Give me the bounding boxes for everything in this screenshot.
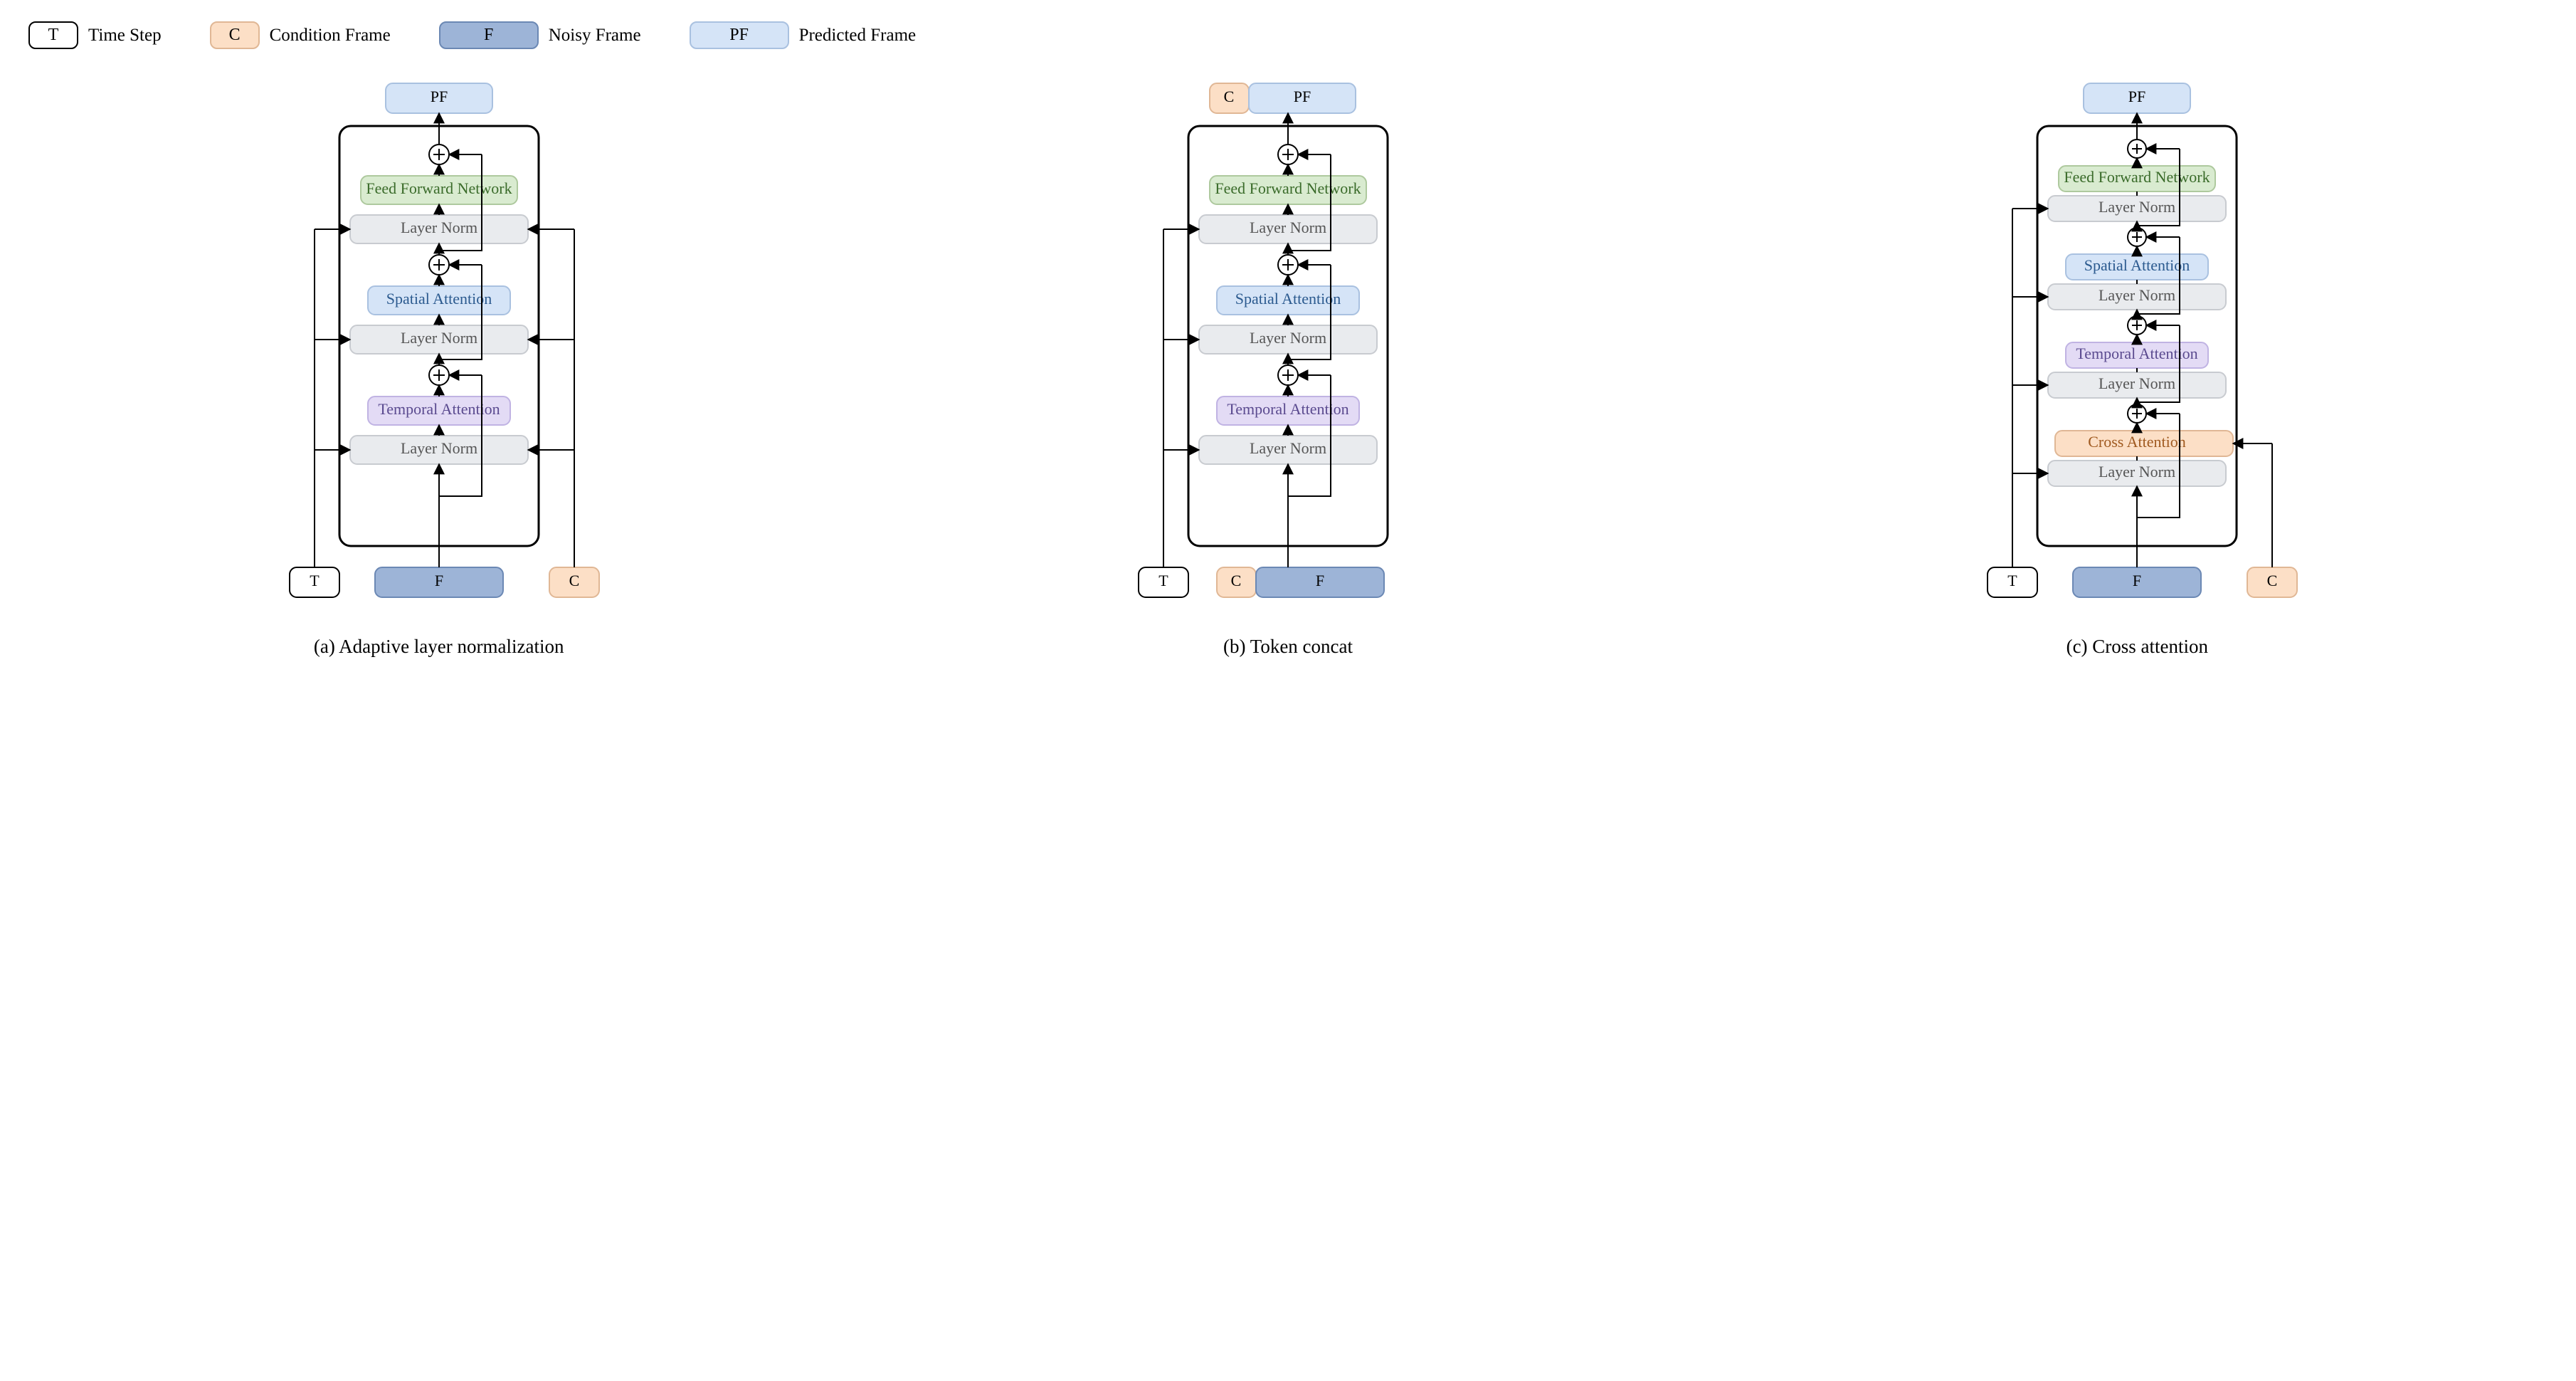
- plus-2: [2128, 228, 2146, 246]
- spatial-attn-label: Spatial Attention: [2084, 256, 2190, 274]
- ln-1-label: Layer Norm: [401, 439, 477, 457]
- panel-a: PF Feed Forward Network Layer Norm Spati…: [21, 69, 856, 658]
- input-t-label: T: [310, 572, 320, 589]
- legend-predicted: PF Predicted Frame: [690, 21, 917, 49]
- legend-t-label: Time Step: [88, 26, 162, 46]
- input-c-label: C: [1231, 572, 1242, 589]
- output-pf-label: PF: [430, 88, 447, 105]
- panel-b: C PF Feed Forward Network Layer Norm Spa…: [870, 69, 1705, 658]
- plus-1: [2128, 140, 2146, 158]
- diagram-b: C PF Feed Forward Network Layer Norm Spa…: [1117, 69, 1459, 624]
- ln-3-label: Layer Norm: [2099, 286, 2175, 304]
- ffn-label: Feed Forward Network: [2064, 168, 2210, 186]
- plus-2: [1278, 255, 1298, 275]
- ln-3-label: Layer Norm: [401, 219, 477, 236]
- panel-c: PF Feed Forward Network Layer Norm Spati…: [1720, 69, 2555, 658]
- ln-3-label: Layer Norm: [1250, 219, 1326, 236]
- spatial-attn-label: Spatial Attention: [386, 290, 492, 308]
- input-f-label: F: [2133, 572, 2141, 589]
- caption-b: (b) Token concat: [1223, 636, 1353, 658]
- input-c-label: C: [569, 572, 579, 589]
- input-f-label: F: [435, 572, 443, 589]
- legend-f-label: Noisy Frame: [549, 26, 641, 46]
- caption-c: (c) Cross attention: [2066, 636, 2208, 658]
- plus-3: [2128, 316, 2146, 335]
- cross-attn-label: Cross Attention: [2089, 433, 2187, 451]
- output-pf-label: PF: [2128, 88, 2145, 105]
- output-c-label: C: [1224, 88, 1235, 105]
- output-pf-label: PF: [1294, 88, 1311, 105]
- legend-c-label: Condition Frame: [270, 26, 391, 46]
- legend-condition: C Condition Frame: [210, 21, 391, 49]
- legend-c-box: C: [210, 21, 260, 49]
- plus-1: [429, 145, 449, 164]
- caption-a: (a) Adaptive layer normalization: [314, 636, 564, 658]
- legend-row: T Time Step C Condition Frame F Noisy Fr…: [21, 21, 2555, 49]
- legend-t-box: T: [28, 21, 78, 49]
- plus-1: [1278, 145, 1298, 164]
- input-t-label: T: [2008, 572, 2018, 589]
- plus-2: [429, 255, 449, 275]
- plus-4: [2128, 404, 2146, 423]
- diagram-a: PF Feed Forward Network Layer Norm Spati…: [268, 69, 610, 624]
- input-f-label: F: [1316, 572, 1324, 589]
- plus-3: [1278, 365, 1298, 385]
- plus-3: [429, 365, 449, 385]
- panels-row: PF Feed Forward Network Layer Norm Spati…: [21, 69, 2555, 658]
- ln-2-label: Layer Norm: [2099, 374, 2175, 392]
- input-c-label: C: [2267, 572, 2278, 589]
- legend-pf-box: PF: [690, 21, 789, 49]
- ln-1-label: Layer Norm: [2099, 463, 2175, 481]
- ln-2-label: Layer Norm: [1250, 329, 1326, 347]
- ln-2-label: Layer Norm: [401, 329, 477, 347]
- diagram-c: PF Feed Forward Network Layer Norm Spati…: [1966, 69, 2308, 624]
- legend-pf-label: Predicted Frame: [799, 26, 917, 46]
- legend-noisy: F Noisy Frame: [439, 21, 641, 49]
- ln-4-label: Layer Norm: [2099, 198, 2175, 216]
- input-t-label: T: [1158, 572, 1168, 589]
- legend-timestep: T Time Step: [28, 21, 162, 49]
- ffn-label: Feed Forward Network: [366, 179, 512, 197]
- legend-f-box: F: [439, 21, 539, 49]
- ln-1-label: Layer Norm: [1250, 439, 1326, 457]
- ffn-label: Feed Forward Network: [1215, 179, 1361, 197]
- spatial-attn-label: Spatial Attention: [1235, 290, 1341, 308]
